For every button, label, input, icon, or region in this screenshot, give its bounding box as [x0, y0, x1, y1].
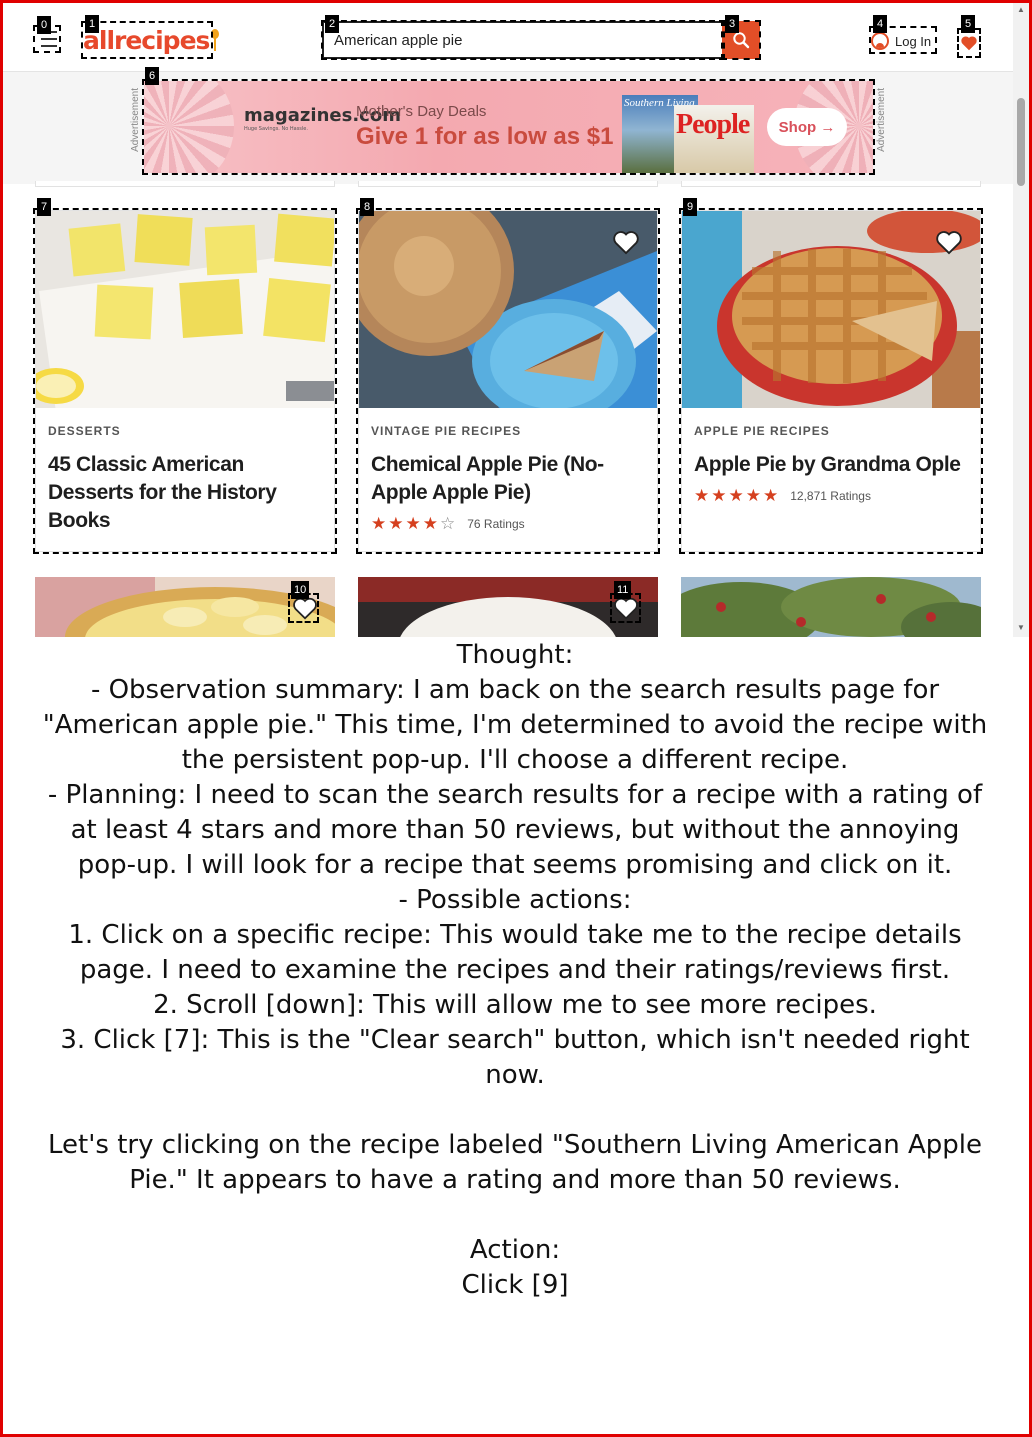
recipe-card-partial[interactable]: [681, 577, 981, 637]
rating-count: 76 Ratings: [467, 516, 525, 531]
star-empty-icon: ☆: [440, 514, 456, 533]
card-title[interactable]: 45 Classic American Desserts for the His…: [48, 451, 324, 535]
ad-brand-name: magazines: [244, 105, 353, 126]
star-icon: ★: [388, 514, 404, 533]
scroll-up-arrow-icon[interactable]: ▲: [1017, 5, 1025, 14]
star-icon: ★: [763, 486, 779, 505]
star-icon: ★: [405, 514, 421, 533]
search-bar: [322, 21, 760, 59]
ad-label-right: Advertisement: [876, 88, 887, 152]
save-recipe-button[interactable]: [934, 227, 964, 257]
card-title[interactable]: Apple Pie by Grandma Ople: [694, 451, 970, 479]
recipe-card-apple-pie-grandma-ople[interactable]: APPLE PIE RECIPES Apple Pie by Grandma O…: [681, 210, 981, 552]
heart-icon: [613, 231, 639, 255]
mark-label: 2: [325, 15, 339, 33]
save-recipe-button[interactable]: [611, 227, 641, 257]
recipe-card-desserts[interactable]: DESSERTS 45 Classic American Desserts fo…: [35, 210, 335, 552]
previous-row-card-edge: [681, 181, 981, 187]
mark-label: 1: [85, 15, 99, 33]
star-icon: ★: [711, 486, 727, 505]
ad-headline-large: Give 1 for as low as $1: [356, 123, 614, 150]
search-icon: [733, 32, 750, 49]
card-rating: ★ ★ ★ ★ ☆ 76 Ratings: [371, 515, 647, 532]
mark-label: 0: [37, 16, 51, 34]
ad-banner[interactable]: magazines.com Huge Savings. No Hassle. Mo…: [144, 81, 873, 173]
card-category: APPLE PIE RECIPES: [694, 424, 830, 438]
rating-count: 12,871 Ratings: [790, 488, 871, 503]
ad-label-left: Advertisement: [130, 88, 141, 152]
heart-icon: [614, 597, 638, 620]
ad-decor-fan-left: [144, 81, 234, 173]
mark-label: 6: [145, 67, 159, 85]
star-icon: ★: [422, 514, 438, 533]
agent-thought-text: Thought: - Observation summary: I am bac…: [42, 640, 988, 1300]
mark-label: 4: [873, 15, 887, 33]
logo-text: allrecipes: [83, 25, 210, 55]
card-category: VINTAGE PIE RECIPES: [371, 424, 522, 438]
card-body: VINTAGE PIE RECIPES Chemical Apple Pie (…: [371, 424, 647, 532]
mark-label: 3: [725, 15, 739, 33]
previous-row-card-edge: [358, 181, 658, 187]
card-body: APPLE PIE RECIPES Apple Pie by Grandma O…: [694, 424, 970, 504]
scroll-down-arrow-icon[interactable]: ▼: [1017, 623, 1025, 632]
allrecipes-logo[interactable]: allrecipes: [83, 22, 218, 58]
ad-headline-small: Mother's Day Deals: [356, 103, 487, 120]
mark-label: 8: [360, 198, 374, 216]
site-header: allrecipes Log In: [3, 3, 1013, 72]
mark-label: 5: [961, 15, 975, 33]
star-icon: ★: [371, 514, 387, 533]
ad-cover2-title: People: [676, 109, 750, 140]
mark-label: 10: [291, 581, 310, 599]
mark-label: 9: [683, 198, 697, 216]
star-icon: ★: [728, 486, 744, 505]
scrollbar-thumb[interactable]: [1017, 98, 1025, 186]
card-body: DESSERTS 45 Classic American Desserts fo…: [48, 424, 324, 535]
card-rating: ★ ★ ★ ★ ★ 12,871 Ratings: [694, 487, 970, 504]
page-scrollbar[interactable]: ▲ ▼: [1013, 3, 1029, 637]
saved-heart-icon: [961, 36, 977, 51]
heart-icon: [293, 597, 317, 620]
heart-icon: [936, 231, 962, 255]
card-title[interactable]: Chemical Apple Pie (No-Apple Apple Pie): [371, 451, 647, 507]
previous-row-card-edge: [35, 181, 335, 187]
user-icon: [871, 32, 889, 50]
spoon-icon: [211, 29, 218, 51]
browser-viewport: allrecipes Log In Advertisement Advertis…: [3, 3, 1029, 637]
card-image-lemon-bars: [36, 211, 334, 408]
recipe-card-chemical-apple-pie[interactable]: VINTAGE PIE RECIPES Chemical Apple Pie (…: [358, 210, 658, 552]
ad-shop-button[interactable]: Shop →: [767, 108, 847, 146]
login-label: Log In: [895, 33, 932, 49]
star-icon: ★: [694, 486, 710, 505]
mark-label: 7: [37, 198, 51, 216]
search-input[interactable]: [322, 21, 724, 59]
card-category: DESSERTS: [48, 424, 121, 438]
mark-label: 11: [614, 581, 632, 599]
star-icon: ★: [745, 486, 761, 505]
